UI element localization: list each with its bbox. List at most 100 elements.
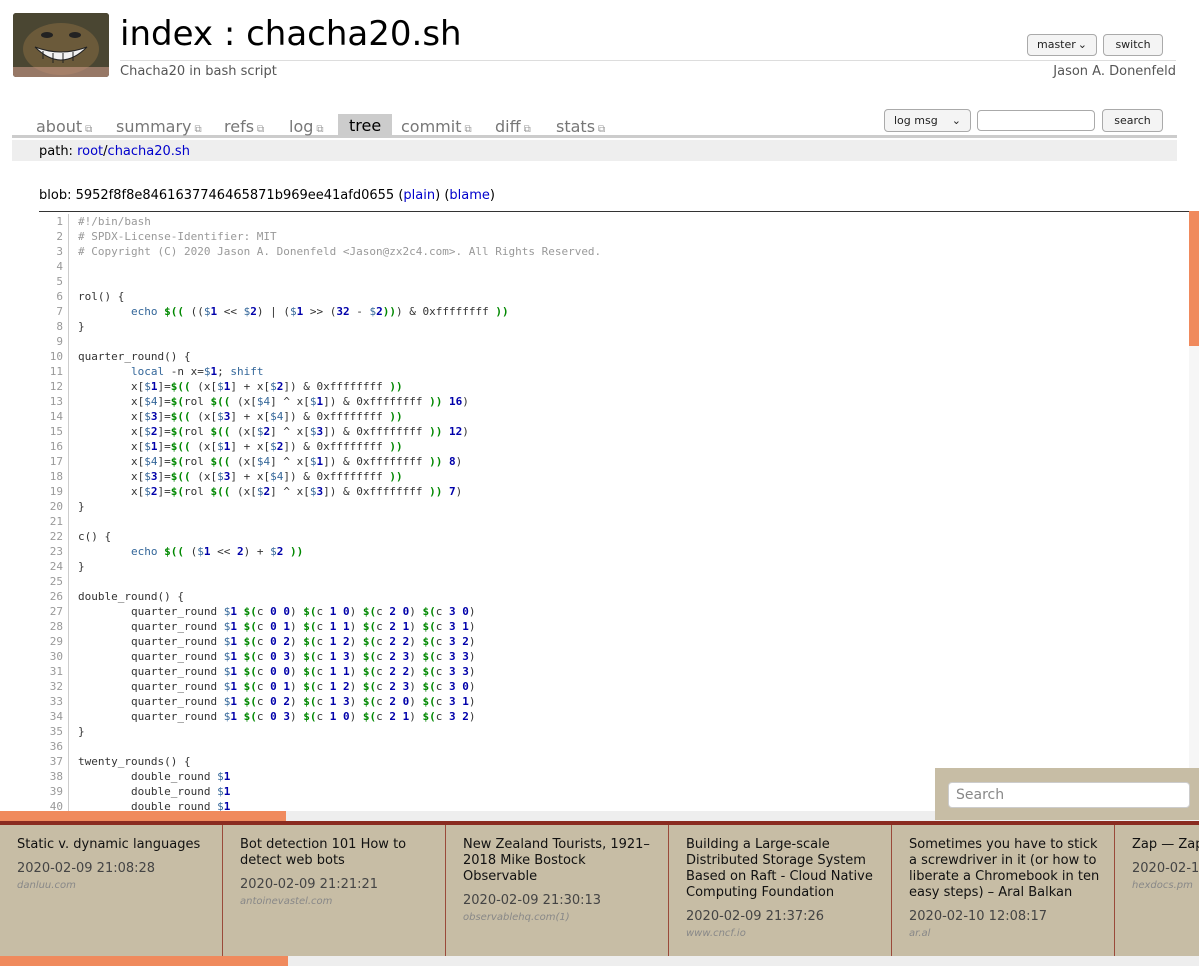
line-source: quarter_round $1 $(c 0 3) $(c 1 0) $(c 2… [78,710,476,723]
line-source: x[$4]=$(rol $(( (x[$4] ^ x[$1]) & 0xffff… [78,455,463,468]
line-source: quarter_round $1 $(c 0 0) $(c 1 0) $(c 2… [78,605,476,618]
tab-about[interactable]: about ⧉ [36,114,92,136]
branch-select-value: master [1037,38,1076,51]
plain-link[interactable]: plain [403,188,435,203]
tab-label: summary [116,117,192,136]
search-mode-select[interactable]: log msg ⌄ [884,109,971,132]
tab-log[interactable]: log ⧉ [289,114,324,136]
blob-label: blob: [39,188,72,203]
line-number[interactable]: 23 [39,544,69,559]
line-number[interactable]: 8 [39,319,69,334]
code-line: 24} [39,559,1199,574]
line-number[interactable]: 6 [39,289,69,304]
external-link-icon: ⧉ [464,124,472,135]
bookmark-card[interactable]: Zap — Zap v1 2020-02-10 1 hexdocs.pm [1115,825,1199,956]
line-number[interactable]: 16 [39,439,69,454]
line-number[interactable]: 30 [39,649,69,664]
card-title[interactable]: Static v. dynamic languages [17,837,212,853]
path-file-link[interactable]: chacha20.sh [108,144,190,159]
bookmark-card[interactable]: New Zealand Tourists, 1921–2018 Mike Bos… [446,825,669,956]
scrollbar-thumb[interactable] [1189,211,1199,346]
line-number[interactable]: 14 [39,409,69,424]
line-number[interactable]: 34 [39,709,69,724]
line-number[interactable]: 27 [39,604,69,619]
card-title[interactable]: New Zealand Tourists, 1921–2018 Mike Bos… [463,837,658,885]
bookmark-card[interactable]: Building a Large-scale Distributed Stora… [669,825,892,956]
tab-tree[interactable]: tree [338,114,393,135]
line-source: double_round $1 [78,785,231,798]
line-number[interactable]: 39 [39,784,69,799]
line-number[interactable]: 2 [39,229,69,244]
branch-select[interactable]: master ⌄ [1027,34,1097,56]
line-number[interactable]: 26 [39,589,69,604]
code-view: 1 #!/bin/bash 2 # SPDX-License-Identifier: … [39,214,1199,814]
line-number[interactable]: 31 [39,664,69,679]
line-number[interactable]: 3 [39,244,69,259]
switch-button[interactable]: switch [1103,34,1163,56]
code-line: 14 x[$3]=$(( (x[$3] + x[$4]) & 0xfffffff… [39,409,1199,424]
card-title[interactable]: Bot detection 101 How to detect web bots [240,837,435,869]
line-source: x[$1]=$(( (x[$1] + x[$2]) & 0xffffffff )… [78,380,403,393]
line-number[interactable]: 19 [39,484,69,499]
line-number[interactable]: 25 [39,574,69,589]
search-input[interactable] [977,110,1095,131]
bottom-progress-fill [0,956,288,966]
code-line: 5 [39,274,1199,289]
line-number[interactable]: 13 [39,394,69,409]
card-title[interactable]: Building a Large-scale Distributed Stora… [686,837,881,901]
code-line: 27 quarter_round $1 $(c 0 0) $(c 1 0) $(… [39,604,1199,619]
code-line: 19 x[$2]=$(rol $(( (x[$2] ^ x[$3]) & 0xf… [39,484,1199,499]
line-number[interactable]: 18 [39,469,69,484]
overlay-search-panel: Search [935,768,1199,820]
card-title[interactable]: Zap — Zap v1 [1132,837,1199,853]
line-number[interactable]: 22 [39,529,69,544]
overlay-search-input[interactable]: Search [948,782,1190,808]
tab-diff[interactable]: diff ⧉ [495,114,531,136]
line-number[interactable]: 32 [39,679,69,694]
line-number[interactable]: 11 [39,364,69,379]
path-root-link[interactable]: root [77,144,103,159]
scrollbar-track[interactable] [1189,346,1199,816]
line-number[interactable]: 20 [39,499,69,514]
header-divider [120,60,1176,61]
line-number[interactable]: 21 [39,514,69,529]
line-number[interactable]: 4 [39,259,69,274]
line-source: echo $(( (($1 << $2) | ($1 >> (32 - $2))… [130,305,509,318]
bookmark-card[interactable]: Bot detection 101 How to detect web bots… [223,825,446,956]
line-number[interactable]: 28 [39,619,69,634]
line-number[interactable]: 33 [39,694,69,709]
card-date: 2020-02-09 21:37:26 [686,909,825,924]
line-number[interactable]: 29 [39,634,69,649]
line-source: x[$1]=$(( (x[$1] + x[$2]) & 0xffffffff )… [78,440,403,453]
code-line: 11 local -n x=$1; shift [39,364,1199,379]
line-source: echo $(( ($1 << 2) + $2 )) [130,545,304,558]
line-source: quarter_round() { [78,350,191,363]
card-source: ar.al [909,928,931,939]
line-number[interactable]: 35 [39,724,69,739]
line-number[interactable]: 7 [39,304,69,319]
blame-link[interactable]: blame [449,188,490,203]
line-source: double_round() { [78,590,184,603]
tab-refs[interactable]: refs ⧉ [224,114,264,136]
code-line: 13 x[$4]=$(rol $(( (x[$4] ^ x[$1]) & 0xf… [39,394,1199,409]
line-number[interactable]: 36 [39,739,69,754]
code-line: 18 x[$3]=$(( (x[$3] + x[$4]) & 0xfffffff… [39,469,1199,484]
line-number[interactable]: 37 [39,754,69,769]
line-number[interactable]: 10 [39,349,69,364]
card-title[interactable]: Sometimes you have to stick a screwdrive… [909,837,1104,901]
line-number[interactable]: 9 [39,334,69,349]
line-number[interactable]: 38 [39,769,69,784]
line-number[interactable]: 24 [39,559,69,574]
repo-logo[interactable] [13,13,109,77]
line-number[interactable]: 17 [39,454,69,469]
tab-stats[interactable]: stats ⧉ [556,114,605,136]
bookmark-card[interactable]: Static v. dynamic languages 2020-02-09 21… [0,825,223,956]
line-number[interactable]: 5 [39,274,69,289]
bookmark-card[interactable]: Sometimes you have to stick a screwdrive… [892,825,1115,956]
line-number[interactable]: 12 [39,379,69,394]
search-button[interactable]: search [1102,109,1163,132]
line-number[interactable]: 15 [39,424,69,439]
tab-summary[interactable]: summary ⧉ [116,114,202,136]
tab-commit[interactable]: commit ⧉ [401,114,472,136]
line-number[interactable]: 1 [39,214,69,229]
